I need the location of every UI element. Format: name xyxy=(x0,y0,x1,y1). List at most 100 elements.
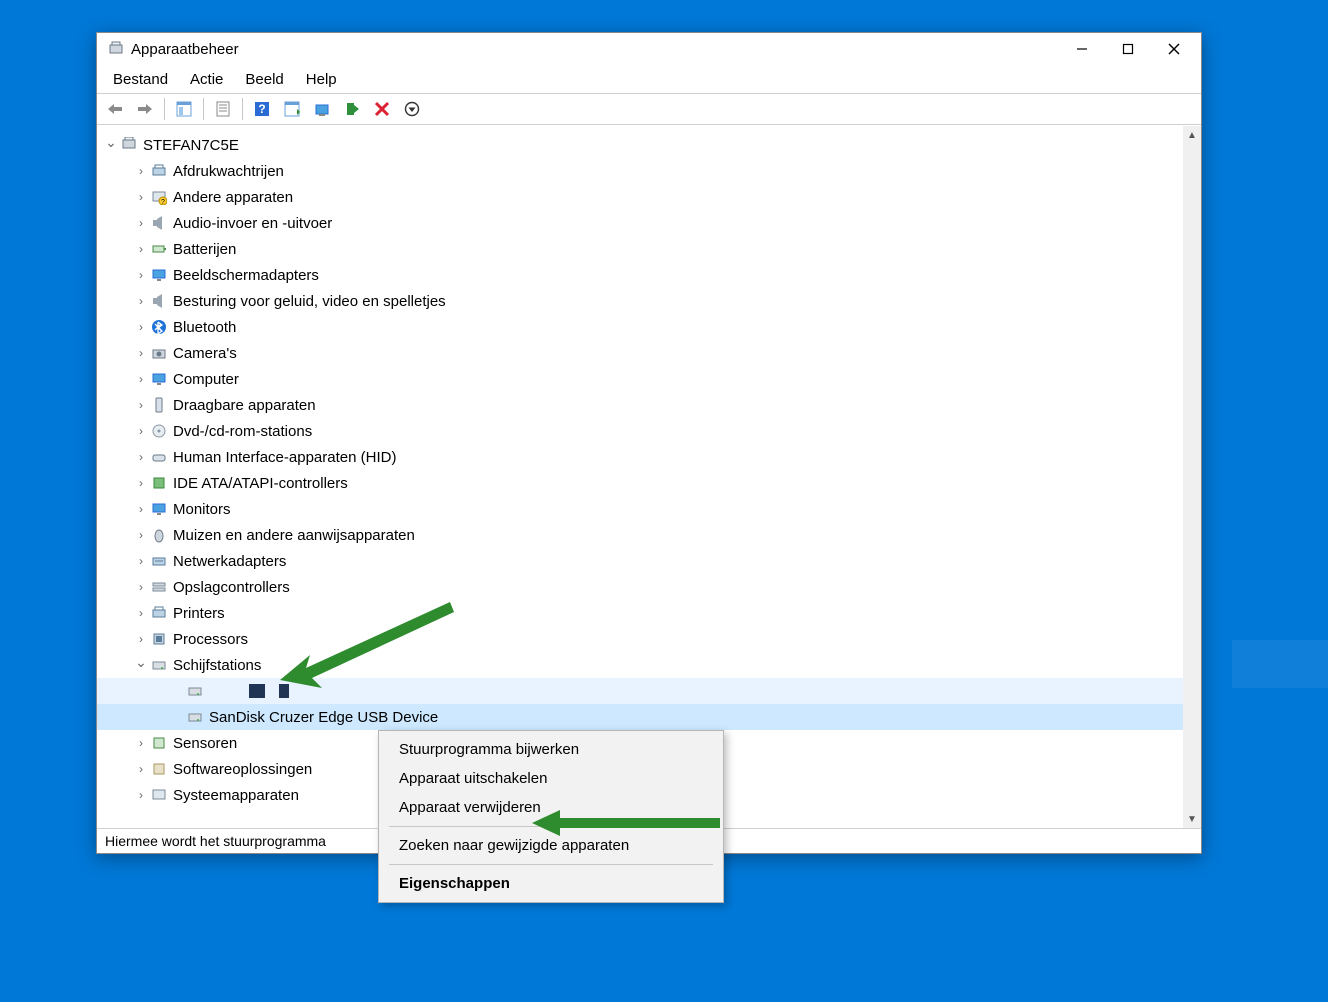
battery-icon xyxy=(149,240,169,258)
svg-text:?: ? xyxy=(258,102,265,116)
tree-category[interactable]: ›Processors xyxy=(97,626,1183,652)
toolbar-separator xyxy=(164,98,165,120)
expand-icon[interactable]: › xyxy=(133,216,149,230)
tree-category[interactable]: › Bluetooth xyxy=(97,314,1183,340)
tree-category[interactable]: ›Opslagcontrollers xyxy=(97,574,1183,600)
close-button[interactable] xyxy=(1151,33,1197,65)
context-menu: Stuurprogramma bijwerken Apparaat uitsch… xyxy=(378,730,724,903)
expand-icon[interactable]: › xyxy=(133,632,149,646)
bt-icon xyxy=(149,318,169,336)
tree-category[interactable]: ›IDE ATA/ATAPI-controllers xyxy=(97,470,1183,496)
tree-category[interactable]: ›Draagbare apparaten xyxy=(97,392,1183,418)
update-driver-button[interactable] xyxy=(308,95,336,123)
toolbar: ? xyxy=(97,93,1201,125)
device-tree[interactable]: ⌄STEFAN7C5E›Afdrukwachtrijen›?Andere app… xyxy=(97,126,1183,828)
maximize-button[interactable] xyxy=(1105,33,1151,65)
menu-actie[interactable]: Actie xyxy=(180,69,233,90)
tree-category[interactable]: ›Dvd-/cd-rom-stations xyxy=(97,418,1183,444)
drive-icon xyxy=(149,656,169,674)
ctx-update-driver[interactable]: Stuurprogramma bijwerken xyxy=(381,735,721,764)
scroll-up-button[interactable]: ▲ xyxy=(1183,126,1201,144)
expand-icon[interactable]: › xyxy=(133,580,149,594)
tree-root[interactable]: ⌄STEFAN7C5E xyxy=(97,132,1183,158)
tree-category[interactable]: ›Muizen en andere aanwijsapparaten xyxy=(97,522,1183,548)
properties-button[interactable] xyxy=(209,95,237,123)
scroll-down-button[interactable]: ▼ xyxy=(1183,810,1201,828)
chip-icon xyxy=(149,474,169,492)
expand-icon[interactable]: › xyxy=(133,476,149,490)
dropdown-button[interactable] xyxy=(398,95,426,123)
expand-icon[interactable]: › xyxy=(133,788,149,802)
tree-item-label: Bluetooth xyxy=(173,319,236,336)
tree-category[interactable]: › Monitors xyxy=(97,496,1183,522)
tree-category[interactable]: ›Camera's xyxy=(97,340,1183,366)
expand-icon[interactable]: › xyxy=(133,320,149,334)
tree-category[interactable]: ›Audio-invoer en -uitvoer xyxy=(97,210,1183,236)
disc-icon xyxy=(149,422,169,440)
tree-item-label: Netwerkadapters xyxy=(173,553,286,570)
expand-icon[interactable]: › xyxy=(133,190,149,204)
tree-item-label: Systeemapparaten xyxy=(173,787,299,804)
uninstall-device-button[interactable] xyxy=(368,95,396,123)
menu-beeld[interactable]: Beeld xyxy=(235,69,293,90)
ctx-scan-hardware[interactable]: Zoeken naar gewijzigde apparaten xyxy=(381,831,721,860)
soft-icon xyxy=(149,760,169,778)
tree-item-label: Schijfstations xyxy=(173,657,261,674)
expand-icon[interactable]: › xyxy=(133,398,149,412)
expand-icon[interactable]: › xyxy=(133,424,149,438)
expand-icon[interactable]: › xyxy=(133,736,149,750)
expand-icon[interactable]: › xyxy=(133,346,149,360)
tree-item-sandisk[interactable]: SanDisk Cruzer Edge USB Device xyxy=(97,704,1183,730)
menu-bestand[interactable]: Bestand xyxy=(103,69,178,90)
menu-help[interactable]: Help xyxy=(296,69,347,90)
tree-category[interactable]: ›Batterijen xyxy=(97,236,1183,262)
back-button[interactable] xyxy=(101,95,129,123)
ctx-separator xyxy=(389,826,713,827)
collapse-icon[interactable]: ⌄ xyxy=(133,654,149,671)
tree-category[interactable]: › Netwerkadapters xyxy=(97,548,1183,574)
show-hide-tree-button[interactable] xyxy=(170,95,198,123)
window-title: Apparaatbeheer xyxy=(131,41,239,58)
monitor-icon xyxy=(149,370,169,388)
printer-icon xyxy=(149,604,169,622)
tree-category[interactable]: ›Beeldschermadapters xyxy=(97,262,1183,288)
tree-category[interactable]: ›Human Interface-apparaten (HID) xyxy=(97,444,1183,470)
toolbar-separator xyxy=(242,98,243,120)
tree-item-label: Monitors xyxy=(173,501,231,518)
tree-category[interactable]: ›Besturing voor geluid, video en spellet… xyxy=(97,288,1183,314)
vertical-scrollbar[interactable]: ▲ ▼ xyxy=(1183,126,1201,828)
expand-icon[interactable]: › xyxy=(133,450,149,464)
expand-icon[interactable]: › xyxy=(133,606,149,620)
collapse-icon[interactable]: ⌄ xyxy=(103,134,119,151)
expand-icon[interactable]: › xyxy=(133,164,149,178)
expand-icon[interactable]: › xyxy=(133,554,149,568)
expand-icon[interactable]: › xyxy=(133,502,149,516)
enable-device-button[interactable] xyxy=(338,95,366,123)
tree-item-disk-0[interactable] xyxy=(97,678,1183,704)
expand-icon[interactable]: › xyxy=(133,762,149,776)
tree-category-schijfstations[interactable]: ⌄ Schijfstations xyxy=(97,652,1183,678)
toolbar-separator xyxy=(203,98,204,120)
expand-icon[interactable]: › xyxy=(133,242,149,256)
expand-icon[interactable]: › xyxy=(133,372,149,386)
printer-icon xyxy=(149,162,169,180)
generic-icon xyxy=(149,786,169,804)
tree-category[interactable]: ›?Andere apparaten xyxy=(97,184,1183,210)
expand-icon[interactable]: › xyxy=(133,294,149,308)
expand-icon[interactable]: › xyxy=(133,268,149,282)
tree-category[interactable]: ›Afdrukwachtrijen xyxy=(97,158,1183,184)
forward-button[interactable] xyxy=(131,95,159,123)
expand-icon[interactable]: › xyxy=(133,528,149,542)
help-button[interactable]: ? xyxy=(248,95,276,123)
ctx-properties[interactable]: Eigenschappen xyxy=(381,869,721,898)
mouse-icon xyxy=(149,526,169,544)
storage-icon xyxy=(149,578,169,596)
minimize-button[interactable] xyxy=(1059,33,1105,65)
tree-category[interactable]: ›Computer xyxy=(97,366,1183,392)
ctx-disable-device[interactable]: Apparaat uitschakelen xyxy=(381,764,721,793)
ctx-uninstall-device[interactable]: Apparaat verwijderen xyxy=(381,793,721,822)
ctx-separator xyxy=(389,864,713,865)
speaker-icon xyxy=(149,214,169,232)
tree-category[interactable]: ›Printers xyxy=(97,600,1183,626)
scan-hardware-button[interactable] xyxy=(278,95,306,123)
